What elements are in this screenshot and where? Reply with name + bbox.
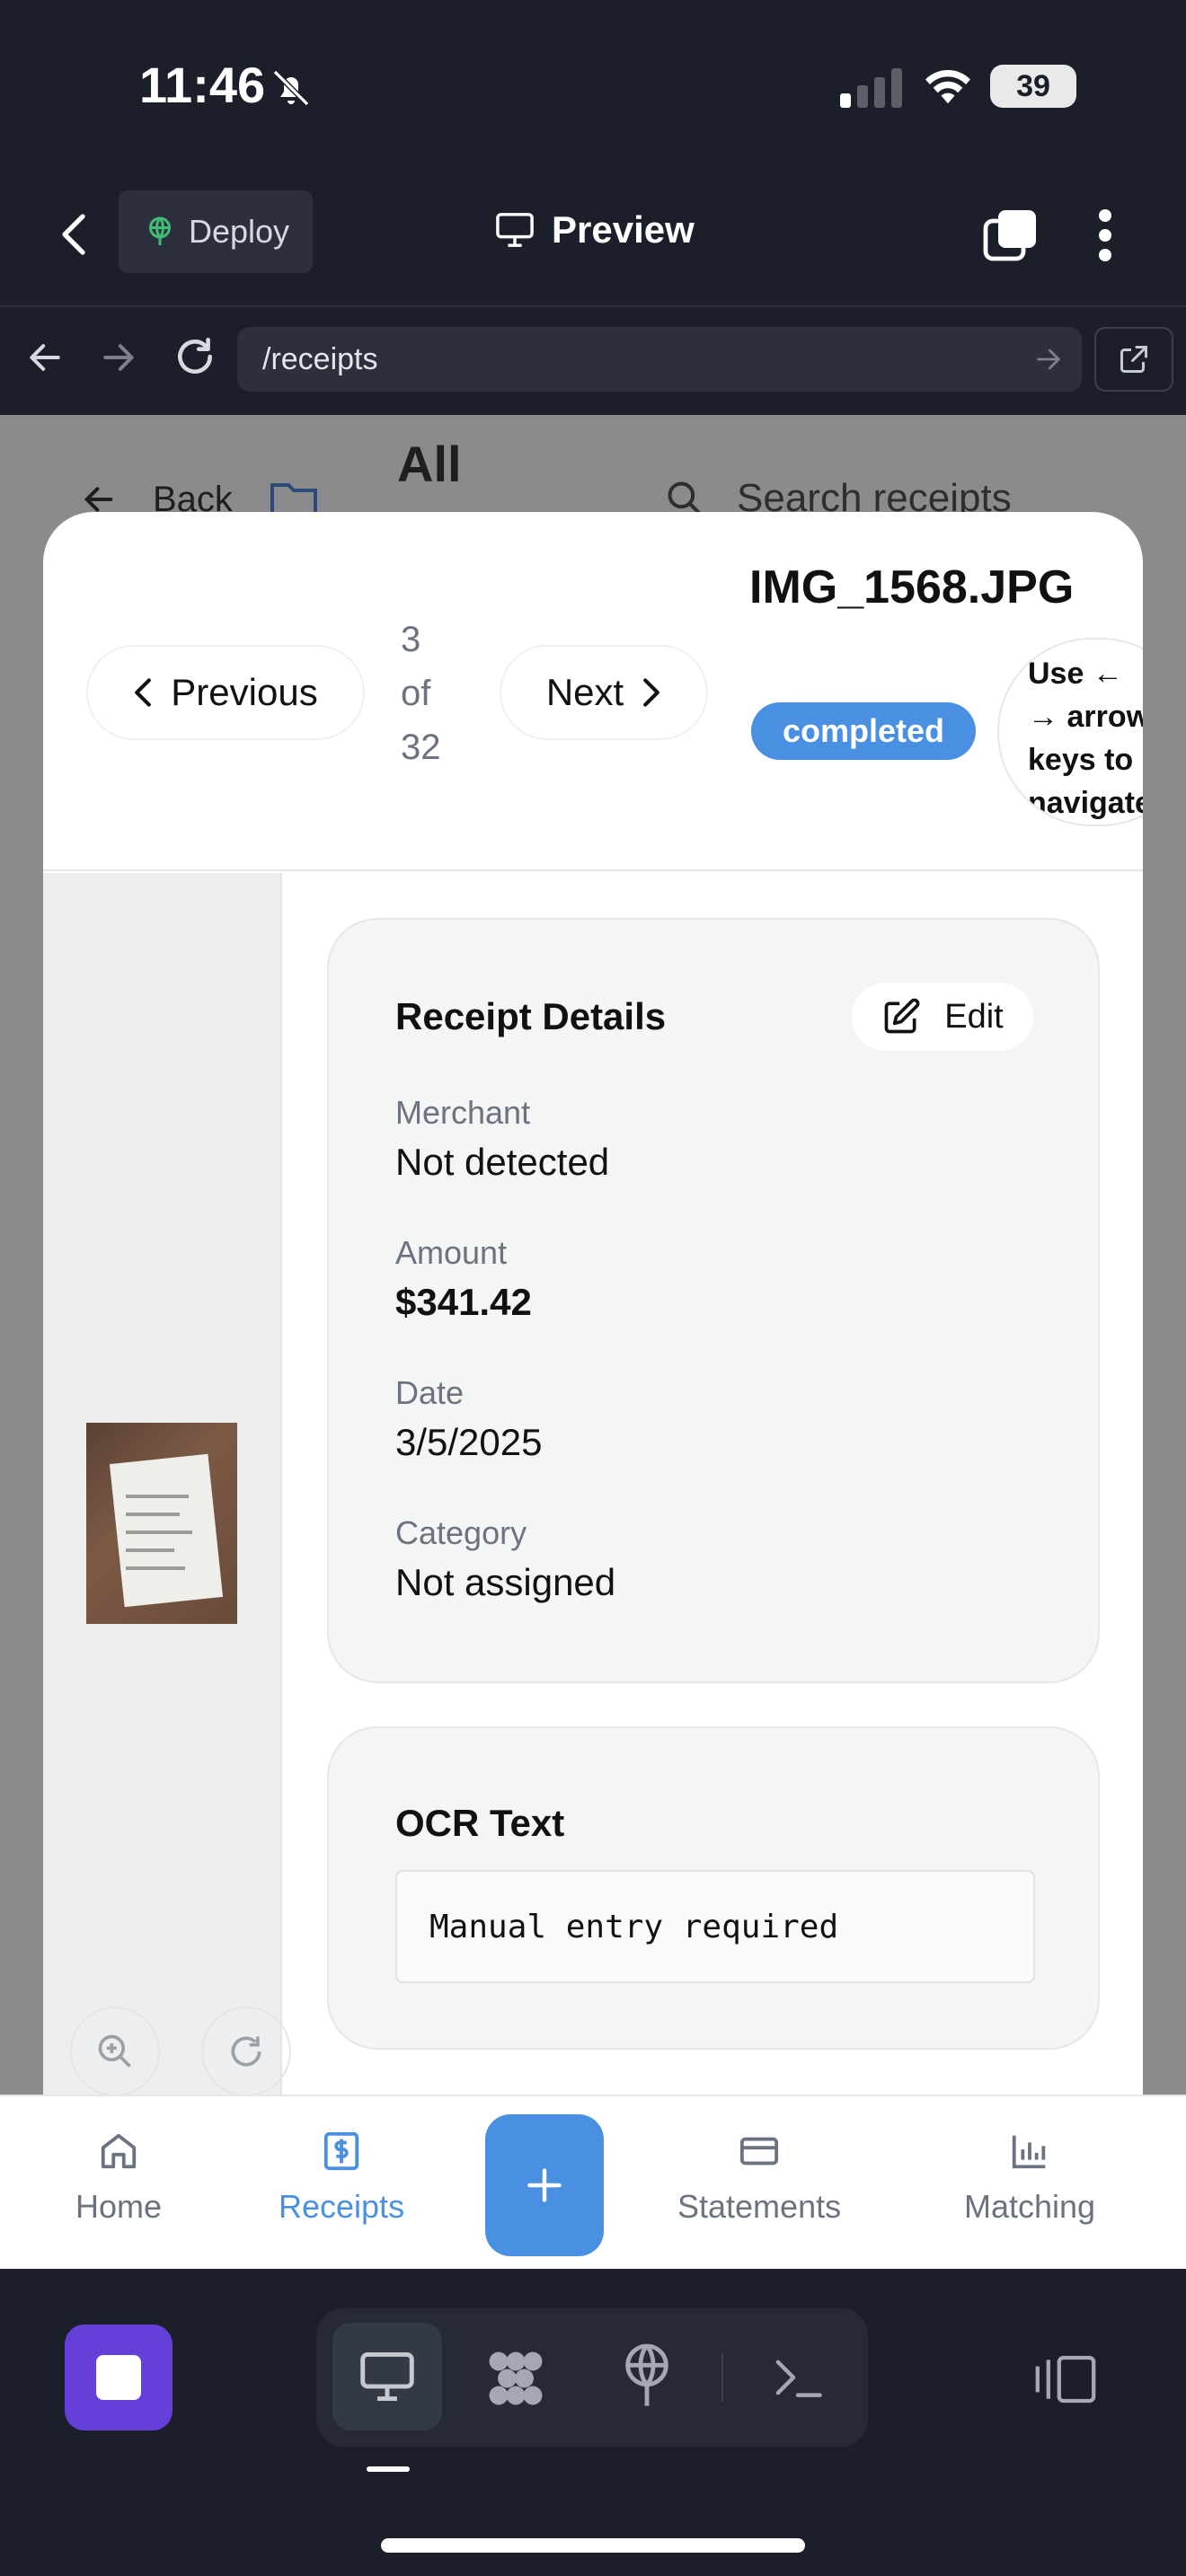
more-vertical-icon[interactable] — [1096, 208, 1114, 262]
receipt-icon — [323, 2131, 359, 2171]
counter-of: of — [401, 674, 431, 713]
packages-icon[interactable] — [482, 2344, 550, 2413]
add-receipt-button[interactable] — [485, 2114, 604, 2256]
url-input[interactable]: /receipts — [237, 327, 1082, 392]
hint-line: keys to — [1028, 743, 1134, 777]
back-chevron-icon[interactable] — [56, 211, 92, 258]
tab-statements[interactable]: Statements — [677, 2130, 841, 2226]
ocr-text: Manual entry required — [429, 1908, 839, 1945]
ocr-text-card: OCR Text Manual entry required — [327, 1726, 1100, 2050]
home-icon — [101, 2133, 137, 2169]
date-value: 3/5/2025 — [395, 1421, 543, 1463]
rotate-icon — [231, 2036, 261, 2067]
edit-icon — [884, 998, 920, 1034]
tab-home-label: Home — [75, 2188, 163, 2225]
bell-off-icon — [272, 69, 310, 107]
image-preview-pane — [43, 873, 291, 2095]
monitor-icon — [496, 213, 534, 247]
rotate-button[interactable] — [201, 2007, 291, 2095]
tab-matching-label: Matching — [964, 2188, 1096, 2225]
hint-line: → arrow — [1028, 700, 1143, 734]
toolbar-divider — [721, 2353, 723, 2402]
ocr-title: OCR Text — [395, 1802, 565, 1844]
preview-button[interactable]: Preview — [494, 208, 695, 251]
chevron-left-icon — [135, 678, 152, 707]
tab-receipts-label: Receipts — [279, 2188, 405, 2225]
active-tool-indicator — [367, 2466, 410, 2472]
details-title: Receipt Details — [395, 995, 667, 1037]
chart-icon — [1012, 2135, 1046, 2169]
background-folder-title: All — [397, 436, 462, 492]
terminal-icon[interactable] — [771, 2353, 825, 2402]
card-icon — [739, 2137, 779, 2166]
wifi-icon — [925, 69, 970, 104]
browser-back-icon[interactable] — [25, 338, 65, 377]
counter-current: 3 — [401, 620, 421, 659]
battery-indicator: 39 — [990, 65, 1076, 108]
desktop-tool-button[interactable] — [332, 2323, 442, 2430]
counter-total: 32 — [401, 728, 441, 767]
zoom-in-button[interactable] — [70, 2007, 160, 2095]
receipt-filename: IMG_1568.JPG — [749, 561, 1075, 613]
category-value: Not assigned — [395, 1561, 616, 1603]
edit-label: Edit — [944, 997, 1004, 1036]
stop-icon — [96, 2355, 141, 2400]
next-label: Next — [545, 671, 624, 713]
status-time: 11:46 — [139, 57, 266, 113]
signal-icon — [840, 68, 902, 108]
tab-statements-label: Statements — [677, 2188, 842, 2225]
url-text: /receipts — [262, 341, 378, 376]
receipt-image[interactable] — [86, 1423, 237, 1624]
receipt-modal: Previous 3 of 32 Next IMG_1568.JPG compl… — [43, 512, 1143, 2095]
tabs-icon[interactable] — [982, 208, 1038, 262]
monitor-icon — [360, 2352, 414, 2401]
deploy-button[interactable]: Deploy — [119, 190, 313, 273]
previous-label: Previous — [171, 671, 318, 713]
edit-button[interactable]: Edit — [852, 983, 1033, 1051]
receipt-counter: 3 of 32 — [401, 613, 464, 774]
category-label: Category — [395, 1514, 527, 1551]
bottom-tab-bar: Home Receipts Statements Matching — [0, 2095, 1186, 2269]
previous-button[interactable]: Previous — [86, 645, 365, 740]
stop-button[interactable] — [65, 2325, 173, 2430]
plus-icon — [527, 2168, 562, 2202]
browser-forward-icon[interactable] — [99, 338, 138, 377]
deploy-globe-icon — [149, 216, 171, 245]
zoom-in-icon — [98, 2034, 131, 2068]
url-go-icon[interactable] — [1033, 344, 1064, 375]
home-indicator — [381, 2538, 805, 2553]
deploy-label: Deploy — [189, 213, 290, 250]
ocr-text-box: Manual entry required — [395, 1870, 1035, 1983]
next-button[interactable]: Next — [500, 645, 708, 740]
amount-label: Amount — [395, 1234, 508, 1271]
layout-toggle-icon[interactable] — [1033, 2353, 1098, 2405]
tab-home[interactable]: Home — [75, 2130, 162, 2226]
deploy-tool-icon[interactable] — [618, 2341, 676, 2409]
chevron-right-icon — [643, 678, 660, 707]
tab-matching[interactable]: Matching — [964, 2130, 1095, 2226]
receipt-details-card: Receipt Details Edit Merchant Not detect… — [327, 918, 1100, 1683]
hint-line: Use ← — [1028, 657, 1123, 691]
merchant-label: Merchant — [395, 1094, 531, 1131]
amount-value: $341.42 — [395, 1281, 532, 1323]
tab-receipts[interactable]: Receipts — [279, 2130, 404, 2226]
merchant-value: Not detected — [395, 1141, 610, 1183]
external-link-icon — [1120, 346, 1147, 373]
open-external-button[interactable] — [1094, 327, 1173, 392]
date-label: Date — [395, 1374, 465, 1411]
preview-label: Preview — [552, 208, 695, 251]
status-badge: completed — [751, 702, 976, 760]
reload-icon[interactable] — [173, 334, 217, 379]
